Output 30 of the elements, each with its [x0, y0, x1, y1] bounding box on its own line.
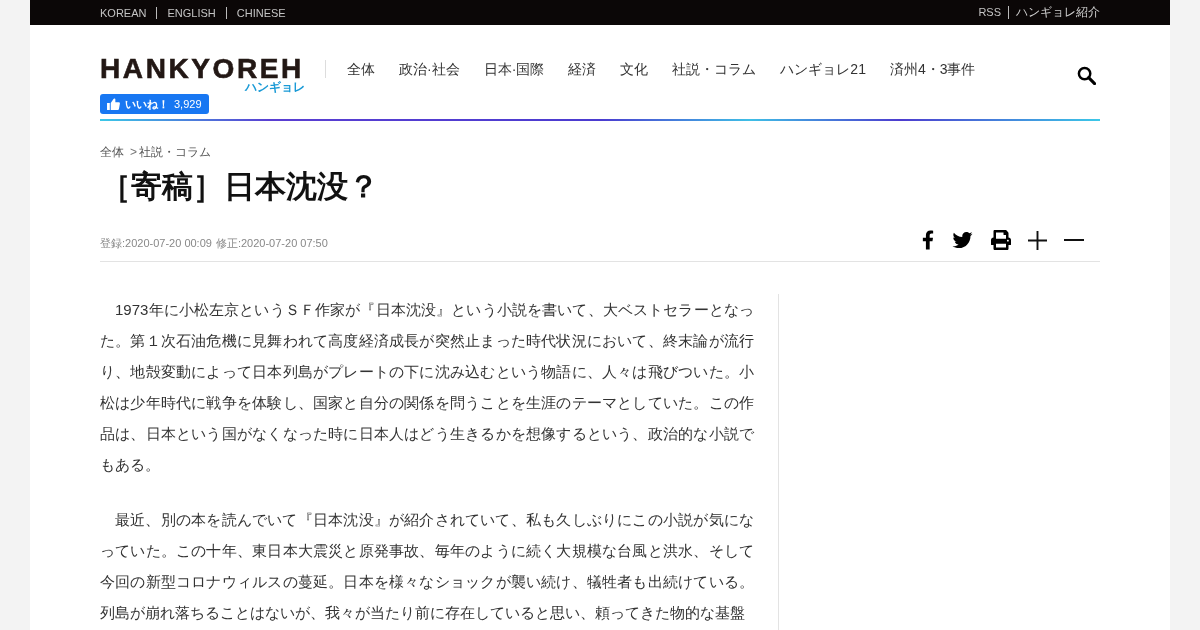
nav-link[interactable]: 日本·国際 [483, 60, 545, 78]
logo-wordmark[interactable]: HANKYOREH [100, 57, 305, 81]
breadcrumb-link[interactable]: 全体 [100, 144, 124, 160]
nav-link[interactable]: 済州4・3事件 [889, 60, 976, 78]
logo-subtitle: ハンギョレ [245, 81, 305, 94]
thumbs-up-icon [107, 98, 120, 110]
date-label: 登録:2020-07-20 00:09 [100, 235, 212, 251]
nav-link[interactable]: ハンギョレ21 [780, 60, 866, 78]
printer-icon[interactable] [991, 230, 1011, 250]
like-button[interactable]: いいね！ 3,929 [100, 94, 209, 114]
plus-icon[interactable] [1028, 230, 1047, 250]
search-icon[interactable] [1077, 66, 1096, 85]
date-label: 修正:2020-07-20 07:50 [215, 235, 328, 251]
article-title: ［寄稿］日本沈没？ [100, 168, 380, 206]
language-link[interactable]: KOREAN [100, 6, 147, 19]
article-paragraph: 1973年に小松左京というＳＦ作家が『日本沈没』という小説を書いて、大ベストセラーとなった。第１次石油危機に見舞われて高度経済成長が突然止まった時代状況において、終末論が流行り、地殻変動によって日本列島がプレートの下に沈み込むという物語に、人々は飛びついた。小松は少年時代に戦争を体験し、国家と自分の関係を問うことを生涯のテーマとしていた。この作品は、日本という国がなくなった時に日本人はどう生きるかを想像するという、政治的な小説でもある。 [100, 300, 754, 475]
nav-link[interactable]: 政治·社会 [399, 60, 460, 78]
top-link[interactable]: RSS [978, 6, 1001, 19]
language-link[interactable]: ENGLISH [156, 6, 216, 19]
nav-link[interactable]: 社説・コラム [672, 60, 757, 78]
language-link[interactable]: CHINESE [225, 6, 286, 19]
nav-link[interactable]: 全体 [347, 60, 375, 78]
facebook-icon[interactable] [922, 230, 934, 250]
breadcrumb-link[interactable]: 社説・コラム [139, 144, 211, 160]
top-link[interactable]: ハンギョレ紹介 [1008, 6, 1100, 19]
nav-link[interactable]: 経済 [568, 60, 597, 78]
article-paragraph: 最近、別の本を読んでいて『日本沈没』が紹介されていて、私も久しぶりにこの小説が気になっていた。この十年、東日本大震災と原発事故、毎年のように続く大規模な台風と洪水、そして今回の新型コロナウィルスの蔓延。日本を様々なショックが襲い続け、犠牲者も出続けている。列島が崩れ落ちることはないが、我々が当たり前に存在していると思い、頼ってきた物的な基盤 [100, 510, 754, 623]
breadcrumb-separator: > [130, 144, 137, 160]
bird-icon[interactable] [951, 230, 974, 250]
nav-link[interactable]: 文化 [620, 60, 649, 78]
